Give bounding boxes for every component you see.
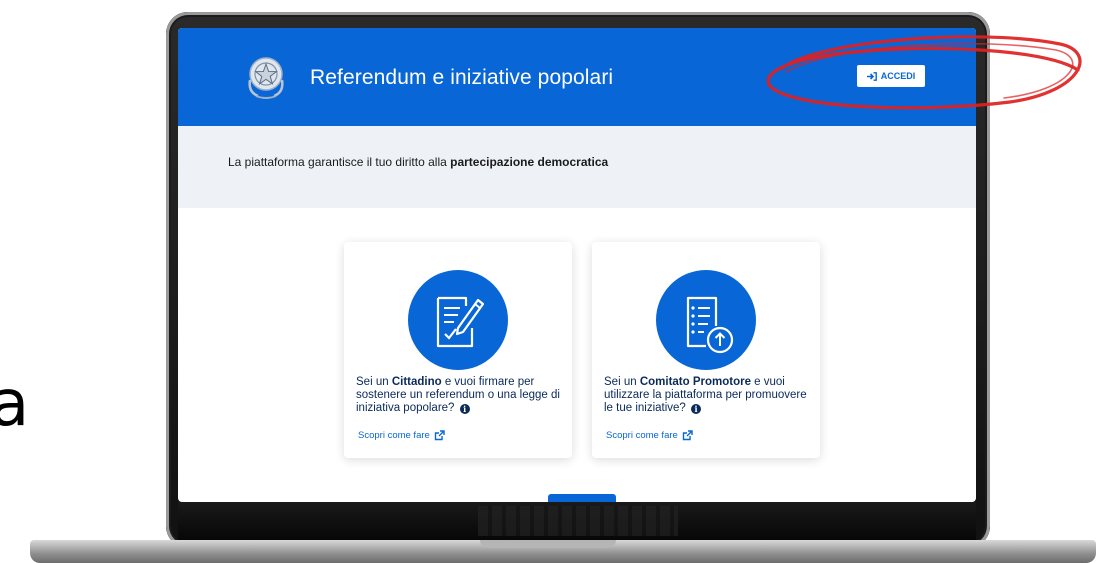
info-icon[interactable]: i — [691, 404, 702, 414]
laptop-notch — [480, 540, 616, 548]
external-link-icon — [682, 430, 693, 441]
intro-text-bold: partecipazione democratica — [450, 155, 609, 169]
committee-card-icon-circle — [656, 270, 756, 370]
external-link-icon — [434, 430, 445, 441]
citizen-learn-more-link[interactable]: Scopri come fare — [358, 430, 445, 441]
italian-republic-emblem-icon — [248, 57, 284, 99]
intro-banner: La piattaforma garantisce il tuo diritto… — [178, 126, 976, 208]
citizen-text-bold: Cittadino — [391, 376, 442, 388]
login-button-label: ACCEDI — [880, 71, 916, 81]
intro-text: La piattaforma garantisce il tuo diritto… — [228, 155, 608, 169]
scroll-indicator — [548, 494, 616, 502]
citizen-link-label: Scopri come fare — [358, 430, 430, 441]
stray-glyph: a — [0, 367, 30, 441]
sign-document-icon — [436, 296, 485, 348]
citizen-card-text: Sei un Cittadino e vuoi firmare per sost… — [356, 376, 568, 415]
app-title: Referendum e iniziative popolari — [310, 66, 614, 89]
app-header: Referendum e iniziative popolari ACCEDI — [178, 28, 976, 126]
committee-learn-more-link[interactable]: Scopri come fare — [606, 430, 693, 441]
intro-text-prefix: La piattaforma garantisce il tuo diritto… — [228, 155, 451, 169]
committee-card[interactable]: Sei un Comitato Promotore e vuoi utilizz… — [592, 242, 820, 458]
committee-text-before: Sei un — [604, 376, 640, 388]
committee-text-bold: Comitato Promotore — [639, 376, 751, 388]
laptop-keyboard — [178, 502, 976, 540]
committee-card-text: Sei un Comitato Promotore e vuoi utilizz… — [604, 376, 816, 415]
citizen-card-icon-circle — [408, 270, 508, 370]
laptop-screen: Referendum e iniziative popolari ACCEDI … — [178, 28, 976, 502]
login-button[interactable]: ACCEDI — [857, 65, 925, 87]
citizen-text-before: Sei un — [356, 376, 392, 388]
committee-link-label: Scopri come fare — [606, 430, 678, 441]
citizen-card[interactable]: Sei un Cittadino e vuoi firmare per sost… — [344, 242, 572, 458]
info-icon[interactable]: i — [459, 404, 470, 414]
sign-in-icon — [866, 71, 877, 81]
upload-document-icon — [686, 296, 734, 354]
